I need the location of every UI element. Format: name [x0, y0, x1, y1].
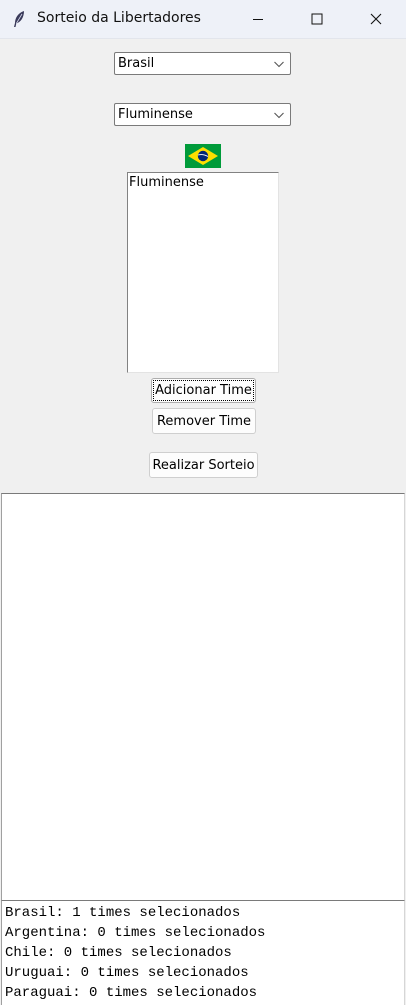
feather-icon — [14, 11, 24, 27]
remove-team-label: Remover Time — [156, 413, 252, 429]
title-bar: Sorteio da Libertadores — [0, 0, 406, 39]
close-button[interactable] — [353, 0, 399, 38]
minimize-icon — [253, 19, 263, 20]
country-select[interactable]: Brasil — [114, 52, 291, 75]
add-team-button[interactable]: Adicionar Time — [151, 378, 256, 403]
teams-listbox[interactable]: Fluminense — [127, 172, 279, 373]
draw-result-text-area[interactable] — [1, 493, 405, 900]
team-select[interactable]: Fluminense — [114, 103, 291, 126]
focus-ring — [153, 380, 254, 401]
close-icon — [370, 13, 382, 25]
country-select-value: Brasil — [118, 56, 155, 71]
summary-line: Paraguai: 0 times selecionados — [5, 985, 258, 1001]
maximize-icon — [311, 13, 323, 25]
chevron-down-icon — [274, 112, 284, 119]
summary-line: Brasil: 1 times selecionados — [5, 905, 241, 921]
remove-team-button[interactable]: Remover Time — [152, 408, 256, 434]
summary-line: Argentina: 0 times selecionados — [5, 925, 266, 941]
minimize-button[interactable] — [235, 0, 281, 38]
selection-summary-text-area[interactable]: Brasil: 1 times selecionados Argentina: … — [1, 900, 405, 1005]
list-item[interactable]: Fluminense — [129, 175, 204, 190]
chevron-down-icon — [274, 61, 284, 68]
maximize-button[interactable] — [294, 0, 340, 38]
summary-line: Chile: 0 times selecionados — [5, 945, 232, 961]
draw-button[interactable]: Realizar Sorteio — [149, 452, 258, 478]
summary-line: Uruguai: 0 times selecionados — [5, 965, 249, 981]
brazil-flag-icon — [185, 144, 221, 168]
window-title: Sorteio da Libertadores — [37, 10, 201, 26]
draw-label: Realizar Sorteio — [152, 457, 255, 473]
team-select-value: Fluminense — [118, 107, 193, 122]
